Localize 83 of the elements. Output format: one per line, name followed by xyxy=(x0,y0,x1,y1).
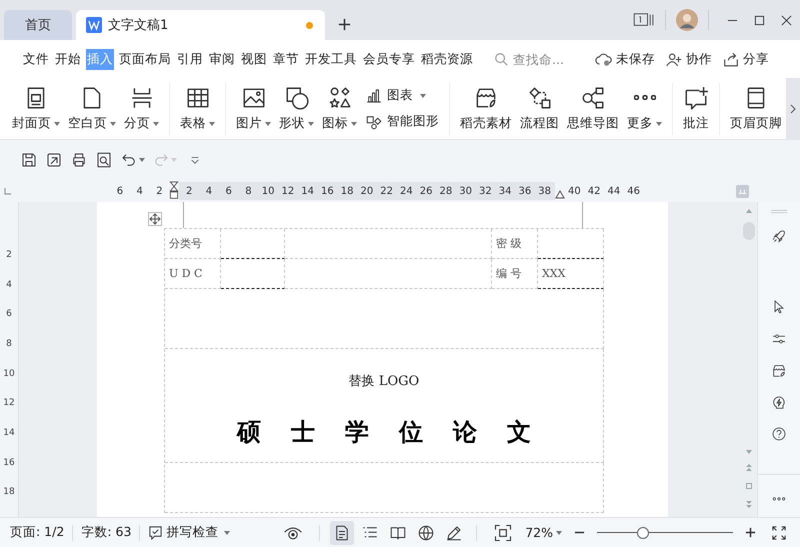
caret-icon xyxy=(224,530,230,534)
print-preview-icon[interactable] xyxy=(95,151,113,169)
ribbon-button[interactable]: 空白页 xyxy=(64,85,120,132)
menu-tab[interactable]: 审阅 xyxy=(208,48,236,70)
caret-icon xyxy=(556,530,562,534)
cloud-icon xyxy=(595,52,613,66)
shape-icon xyxy=(284,85,310,111)
panel-handle-icon[interactable] xyxy=(769,210,790,214)
flowchart-icon xyxy=(526,85,552,111)
ruler-toggle-icon[interactable] xyxy=(736,184,749,198)
word-count[interactable]: 字数: 63 xyxy=(81,524,132,541)
ribbon-button[interactable]: 流程图 xyxy=(516,85,563,132)
comment-icon xyxy=(683,85,709,111)
new-tab-icon[interactable] xyxy=(337,17,352,32)
menu-tab[interactable]: 引用 xyxy=(176,48,204,70)
save-icon[interactable] xyxy=(20,151,38,169)
tab-stop-icon[interactable] xyxy=(4,187,12,195)
thesis-title: 硕士学位论文 xyxy=(236,416,561,448)
menu-tab[interactable]: 页面布局 xyxy=(118,48,172,70)
table-cell: U D C xyxy=(164,259,221,289)
mind-map-icon xyxy=(580,85,606,111)
ribbon-button[interactable]: 形状 xyxy=(275,85,318,132)
logo-text: 替换 LOGO xyxy=(348,372,420,390)
ribbon-button[interactable]: 分页 xyxy=(120,85,163,132)
spell-check-button[interactable]: 拼写检查 xyxy=(148,524,230,541)
ribbon-button[interactable]: 批注 xyxy=(679,85,713,132)
zoom-in-icon[interactable] xyxy=(745,527,756,538)
table-cell xyxy=(220,229,285,259)
maximize-icon[interactable] xyxy=(754,15,765,26)
customize-icon[interactable] xyxy=(190,155,200,165)
zoom-slider[interactable] xyxy=(597,526,733,540)
table-cell: 密 级 xyxy=(492,229,538,259)
menu-tab[interactable]: 稻壳资源 xyxy=(420,48,474,70)
table-cell: 编 号 xyxy=(492,259,538,289)
caret-icon[interactable] xyxy=(139,158,145,162)
search-field[interactable]: 查找命... xyxy=(494,50,585,68)
menu-tab[interactable]: 开发工具 xyxy=(304,48,358,70)
zoom-dropdown[interactable]: 72% xyxy=(525,525,562,540)
close-icon[interactable] xyxy=(781,15,792,26)
add-user-icon xyxy=(665,52,683,66)
search-icon xyxy=(494,52,508,66)
bar-chart-icon xyxy=(365,86,383,104)
menu-tab[interactable]: 文件 xyxy=(22,48,50,70)
ribbon-button[interactable]: 更多 xyxy=(623,85,666,132)
window-count-icon[interactable] xyxy=(633,12,655,28)
more-dots-icon xyxy=(634,95,656,100)
table-cell xyxy=(220,259,285,289)
move-handle-icon[interactable] xyxy=(148,212,162,226)
writer-logo-icon xyxy=(86,17,102,33)
right-indent-marker-icon[interactable] xyxy=(554,190,564,200)
unsaved-dot xyxy=(306,22,313,28)
menu-tab[interactable]: 会员专享 xyxy=(362,48,416,70)
toolbar-action[interactable]: 分享 xyxy=(722,50,769,68)
vertical-ruler: 2 4 6 8 10 12 14 16 18 xyxy=(0,202,19,517)
table-cell: XXX xyxy=(538,259,604,289)
ribbon-button[interactable]: 智能图形 xyxy=(365,112,439,130)
document-tab[interactable]: 文字文稿1 xyxy=(76,10,325,40)
ribbon-button[interactable]: 图片 xyxy=(232,85,275,132)
menu-tab[interactable]: 章节 xyxy=(272,48,300,70)
menu-tab[interactable]: 开始 xyxy=(54,48,82,70)
slider-thumb[interactable] xyxy=(637,526,650,538)
toolbar-action[interactable]: 未保存 xyxy=(595,50,655,68)
ribbon-button[interactable]: 页眉页脚 xyxy=(726,85,786,132)
checkbox-icon xyxy=(148,525,164,540)
page-count[interactable]: 页面: 1/2 xyxy=(10,524,64,541)
ribbon-button[interactable]: 图表 xyxy=(365,86,439,104)
chevron-right-icon xyxy=(790,104,796,114)
fit-page-icon[interactable] xyxy=(493,522,514,542)
share-icon xyxy=(722,52,740,66)
table-cell: 分类号 xyxy=(164,229,221,259)
export-icon[interactable] xyxy=(45,151,63,169)
page-view-icon[interactable] xyxy=(330,520,354,544)
home-tab[interactable]: 首页 xyxy=(4,10,72,40)
ribbon-button[interactable]: 思维导图 xyxy=(563,85,623,132)
ribbon-button[interactable]: 图标 xyxy=(318,85,361,132)
ribbon-button[interactable]: 表格 xyxy=(176,85,219,132)
toolbar-action[interactable]: 协作 xyxy=(665,50,712,68)
avatar[interactable] xyxy=(676,9,698,31)
ribbon-button[interactable]: 封面页 xyxy=(8,85,64,132)
ribbon-button[interactable]: 稻壳素材 xyxy=(456,85,516,132)
menu-tab[interactable]: 视图 xyxy=(240,48,268,70)
indent-marker-icon[interactable] xyxy=(169,181,180,201)
fullscreen-icon[interactable] xyxy=(772,526,786,540)
